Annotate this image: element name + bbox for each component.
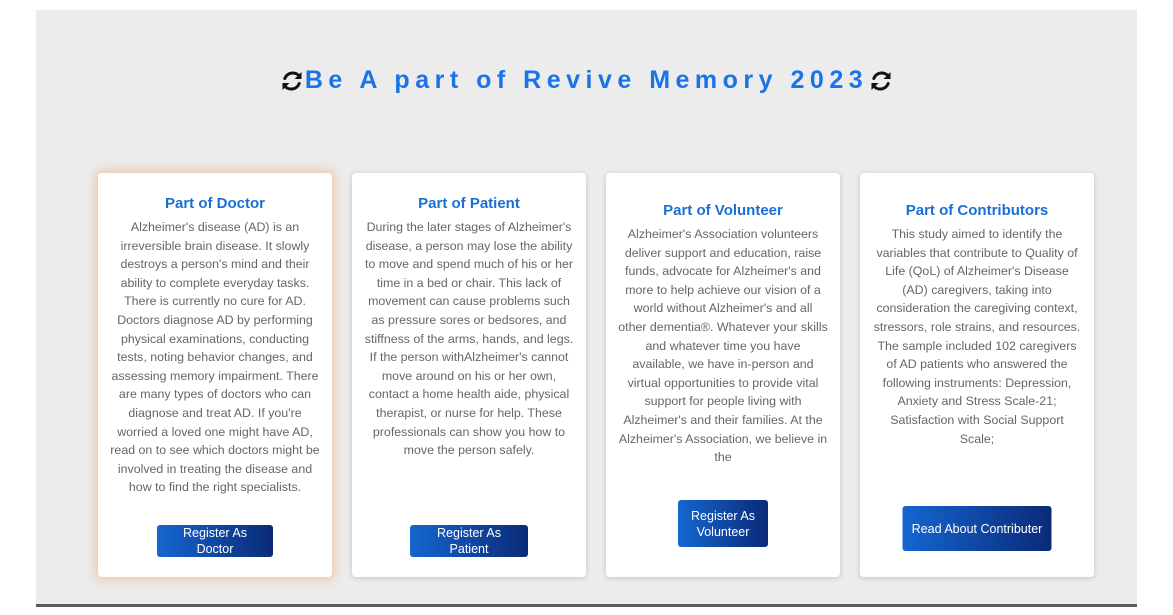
patient-card: Part of Patient During the later stages …: [352, 173, 586, 577]
doctor-card: Part of Doctor Alzheimer's disease (AD) …: [98, 173, 332, 577]
card-title: Part of Doctor: [164, 195, 265, 212]
volunteer-card: Part of Volunteer Alzheimer's Associatio…: [606, 173, 840, 577]
card-title: Part of Volunteer: [663, 202, 783, 219]
register-volunteer-button[interactable]: Register As Volunteer: [678, 500, 768, 547]
card-description: Alzheimer's disease (AD) is an irreversi…: [110, 220, 320, 495]
card-description: During the later stages of Alzheimer's d…: [364, 220, 574, 458]
page-heading: Be A part of Revive Memory 2023: [36, 66, 1137, 95]
register-patient-button[interactable]: Register As Patient: [410, 525, 528, 557]
contributors-card: Part of Contributors This study aimed to…: [860, 173, 1094, 577]
card-title: Part of Patient: [418, 195, 520, 212]
page-title: Be A part of Revive Memory 2023: [304, 66, 869, 94]
refresh-icon: [868, 69, 894, 93]
card-description: This study aimed to identify the variabl…: [873, 227, 1081, 446]
register-doctor-button[interactable]: Register As Doctor: [157, 525, 273, 557]
page-section: Be A part of Revive Memory 2023 Part of …: [36, 10, 1137, 606]
card-title: Part of Contributors: [905, 202, 1049, 219]
bottom-divider: [36, 604, 1137, 607]
card-description: Alzheimer's Association volunteers deliv…: [618, 227, 828, 465]
read-contributor-button[interactable]: Read About Contributer: [902, 506, 1052, 551]
refresh-icon: [279, 69, 305, 93]
